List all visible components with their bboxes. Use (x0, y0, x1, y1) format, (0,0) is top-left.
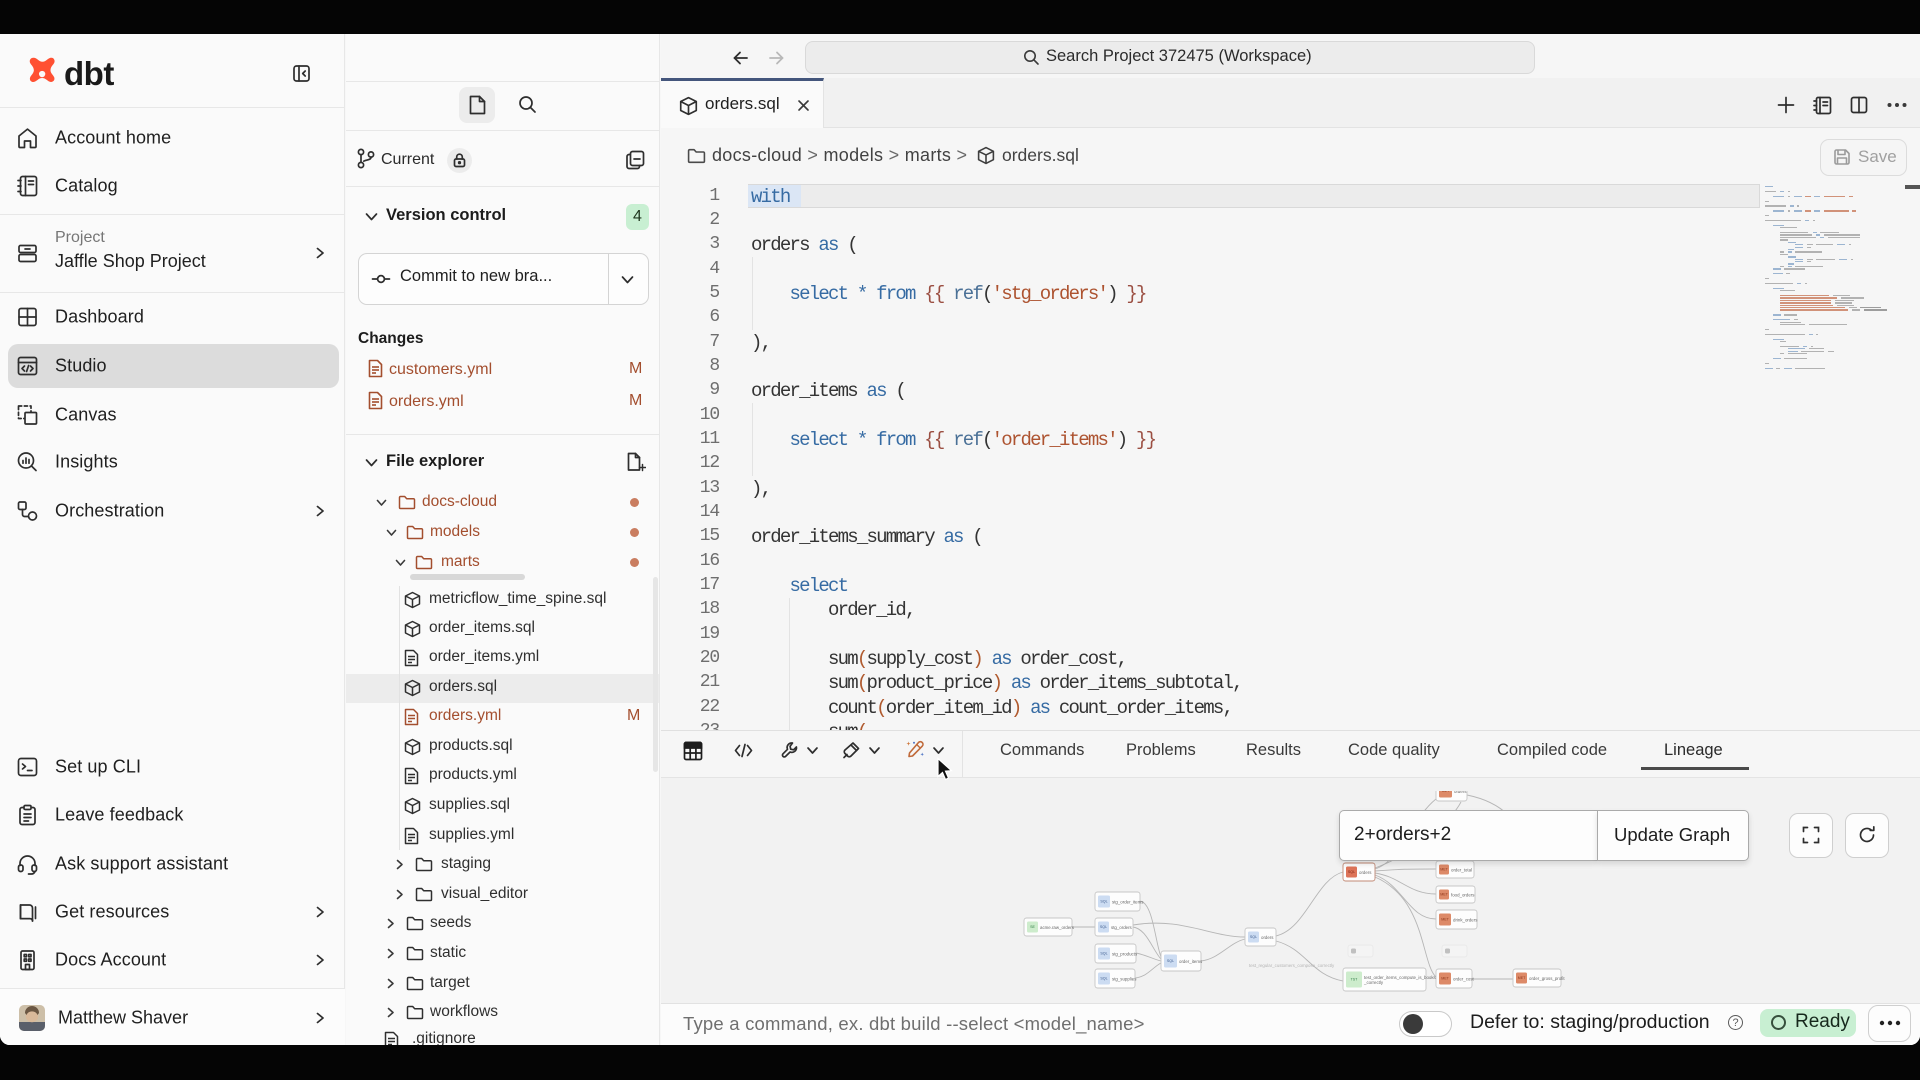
svg-text:MET: MET (1518, 976, 1526, 980)
svg-text:SQL: SQL (1348, 870, 1355, 874)
svg-text:order_cost: order_cost (1453, 976, 1475, 981)
svg-text:MET: MET (1442, 791, 1450, 793)
svg-text:SQL: SQL (1250, 935, 1257, 939)
svg-text:SQL: SQL (1100, 925, 1107, 929)
svg-text:MET: MET (1441, 918, 1449, 922)
svg-text:order_items: order_items (1179, 959, 1203, 964)
svg-text:SQL: SQL (1100, 900, 1107, 904)
svg-text:MET: MET (1440, 893, 1448, 897)
svg-text:orders: orders (1261, 935, 1274, 940)
svg-text:order_gross_profit: order_gross_profit (1529, 976, 1565, 981)
svg-text:test_regular_customers_compose: test_regular_customers_compose_correctly (1249, 963, 1335, 968)
svg-text:acme.raw_orders: acme.raw_orders (1040, 925, 1075, 930)
svg-text:order_total: order_total (1451, 867, 1472, 872)
svg-text:SE: SE (1030, 925, 1035, 929)
svg-text:_correctly: _correctly (1363, 980, 1384, 985)
svg-text:MET: MET (1441, 977, 1449, 981)
svg-text:orders: orders (1454, 791, 1467, 794)
svg-text:stg_supplies: stg_supplies (1112, 976, 1137, 981)
svg-text:stg_orders: stg_orders (1111, 925, 1133, 930)
svg-text:stg_products: stg_products (1112, 951, 1138, 956)
svg-text:drink_orders: drink_orders (1453, 917, 1478, 922)
svg-text:MET: MET (1440, 868, 1448, 872)
svg-text:test_order_items_compute_is_bo: test_order_items_compute_is_books (1364, 975, 1437, 980)
svg-text:orders: orders (1359, 870, 1372, 875)
svg-text:food_orders: food_orders (1451, 892, 1475, 897)
svg-text:stg_order_items: stg_order_items (1112, 899, 1144, 904)
svg-text:TST: TST (1351, 978, 1359, 982)
svg-text:SQL: SQL (1100, 952, 1107, 956)
svg-text:SQL: SQL (1100, 977, 1107, 981)
svg-text:SQL: SQL (1167, 959, 1174, 963)
